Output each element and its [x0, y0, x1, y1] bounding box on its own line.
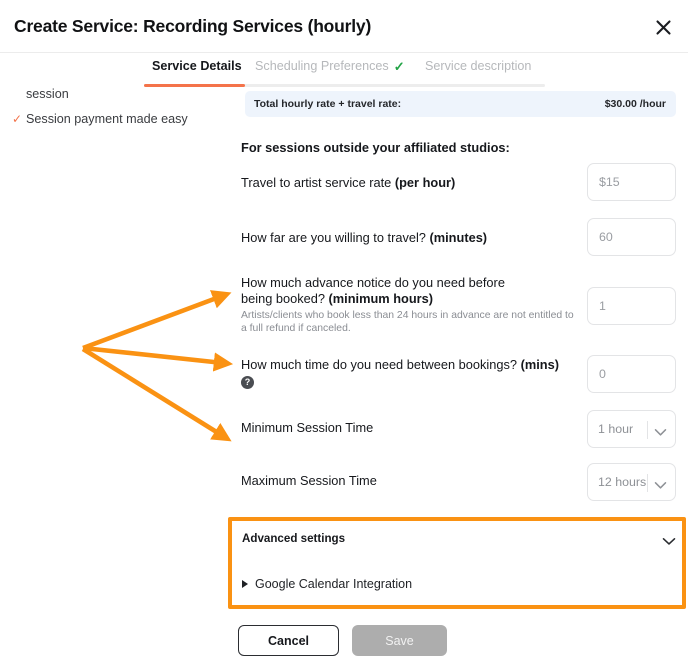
chevron-down-icon [662, 533, 676, 551]
check-icon: ✓ [12, 113, 22, 125]
travel-distance-input[interactable] [587, 218, 676, 256]
total-rate-banner: Total hourly rate + travel rate: $30.00 … [245, 91, 676, 117]
field-label-buffer-time-unit: (mins) [521, 357, 559, 372]
annotation-arrow-3 [83, 349, 223, 436]
field-label-advance-notice: How much advance notice do you need befo… [241, 275, 531, 307]
field-label-buffer-time-text: How much time do you need between bookin… [241, 357, 521, 372]
field-label-buffer-time: How much time do you need between bookin… [241, 357, 571, 373]
maximum-session-time-value: 12 hours [598, 475, 646, 489]
maximum-session-time-select[interactable]: 12 hours [587, 463, 676, 501]
triangle-right-icon [242, 580, 248, 588]
travel-rate-input[interactable] [587, 163, 676, 201]
tab-service-description-label: Service description [425, 59, 531, 73]
tab-scheduling-preferences[interactable]: Scheduling Preferences ✓ [255, 59, 405, 73]
advance-notice-input[interactable] [587, 287, 676, 325]
background-text-session-payment: Session payment made easy [26, 112, 188, 126]
close-icon-glyph [655, 19, 672, 36]
field-label-maximum-session-time: Maximum Session Time [241, 473, 541, 489]
save-button[interactable]: Save [352, 625, 447, 656]
chevron-down-icon [654, 477, 667, 495]
tab-underline-active [144, 84, 245, 87]
field-label-travel-distance: How far are you willing to travel? (minu… [241, 230, 571, 246]
tab-service-details-label: Service Details [152, 59, 242, 73]
annotation-arrow-2 [83, 348, 223, 363]
create-service-modal: Create Service: Recording Services (hour… [0, 0, 688, 671]
check-icon: ✓ [394, 60, 405, 73]
total-rate-value: $30.00 /hour [605, 98, 666, 110]
background-text-session: session [26, 87, 69, 101]
advanced-settings-toggle[interactable]: Advanced settings [242, 532, 676, 550]
field-label-travel-distance-text: How far are you willing to travel? [241, 230, 429, 245]
field-label-travel-rate-text: Travel to artist service rate [241, 175, 395, 190]
google-calendar-integration-toggle[interactable]: Google Calendar Integration [242, 577, 412, 591]
modal-header: Create Service: Recording Services (hour… [0, 0, 688, 53]
buffer-time-input[interactable] [587, 355, 676, 393]
select-divider [647, 421, 648, 439]
tab-service-details[interactable]: Service Details [152, 59, 242, 73]
minimum-session-time-value: 1 hour [598, 422, 633, 436]
field-label-travel-rate: Travel to artist service rate (per hour) [241, 175, 571, 191]
close-icon[interactable] [648, 12, 678, 42]
field-label-travel-rate-unit: (per hour) [395, 175, 455, 190]
cancel-button[interactable]: Cancel [238, 625, 339, 656]
help-icon[interactable]: ? [241, 376, 254, 389]
advanced-settings-label: Advanced settings [242, 532, 345, 545]
chevron-down-icon [654, 424, 667, 442]
google-calendar-integration-label: Google Calendar Integration [255, 577, 412, 591]
section-heading: For sessions outside your affiliated stu… [241, 140, 510, 155]
tab-service-description[interactable]: Service description [425, 59, 531, 73]
tab-bar: Service Details Scheduling Preferences ✓… [0, 53, 688, 88]
field-label-advance-notice-unit: (minimum hours) [329, 291, 434, 306]
field-label-minimum-session-time: Minimum Session Time [241, 420, 541, 436]
field-help-advance-notice: Artists/clients who book less than 24 ho… [241, 309, 581, 335]
total-rate-label: Total hourly rate + travel rate: [254, 98, 401, 110]
tab-scheduling-preferences-label: Scheduling Preferences [255, 59, 389, 73]
advanced-settings-highlight: Advanced settings Google Calendar Integr… [228, 517, 686, 609]
page-title: Create Service: Recording Services (hour… [14, 16, 371, 37]
annotation-arrow-1 [83, 296, 222, 348]
minimum-session-time-select[interactable]: 1 hour [587, 410, 676, 448]
select-divider [647, 474, 648, 492]
field-label-travel-distance-unit: (minutes) [429, 230, 487, 245]
